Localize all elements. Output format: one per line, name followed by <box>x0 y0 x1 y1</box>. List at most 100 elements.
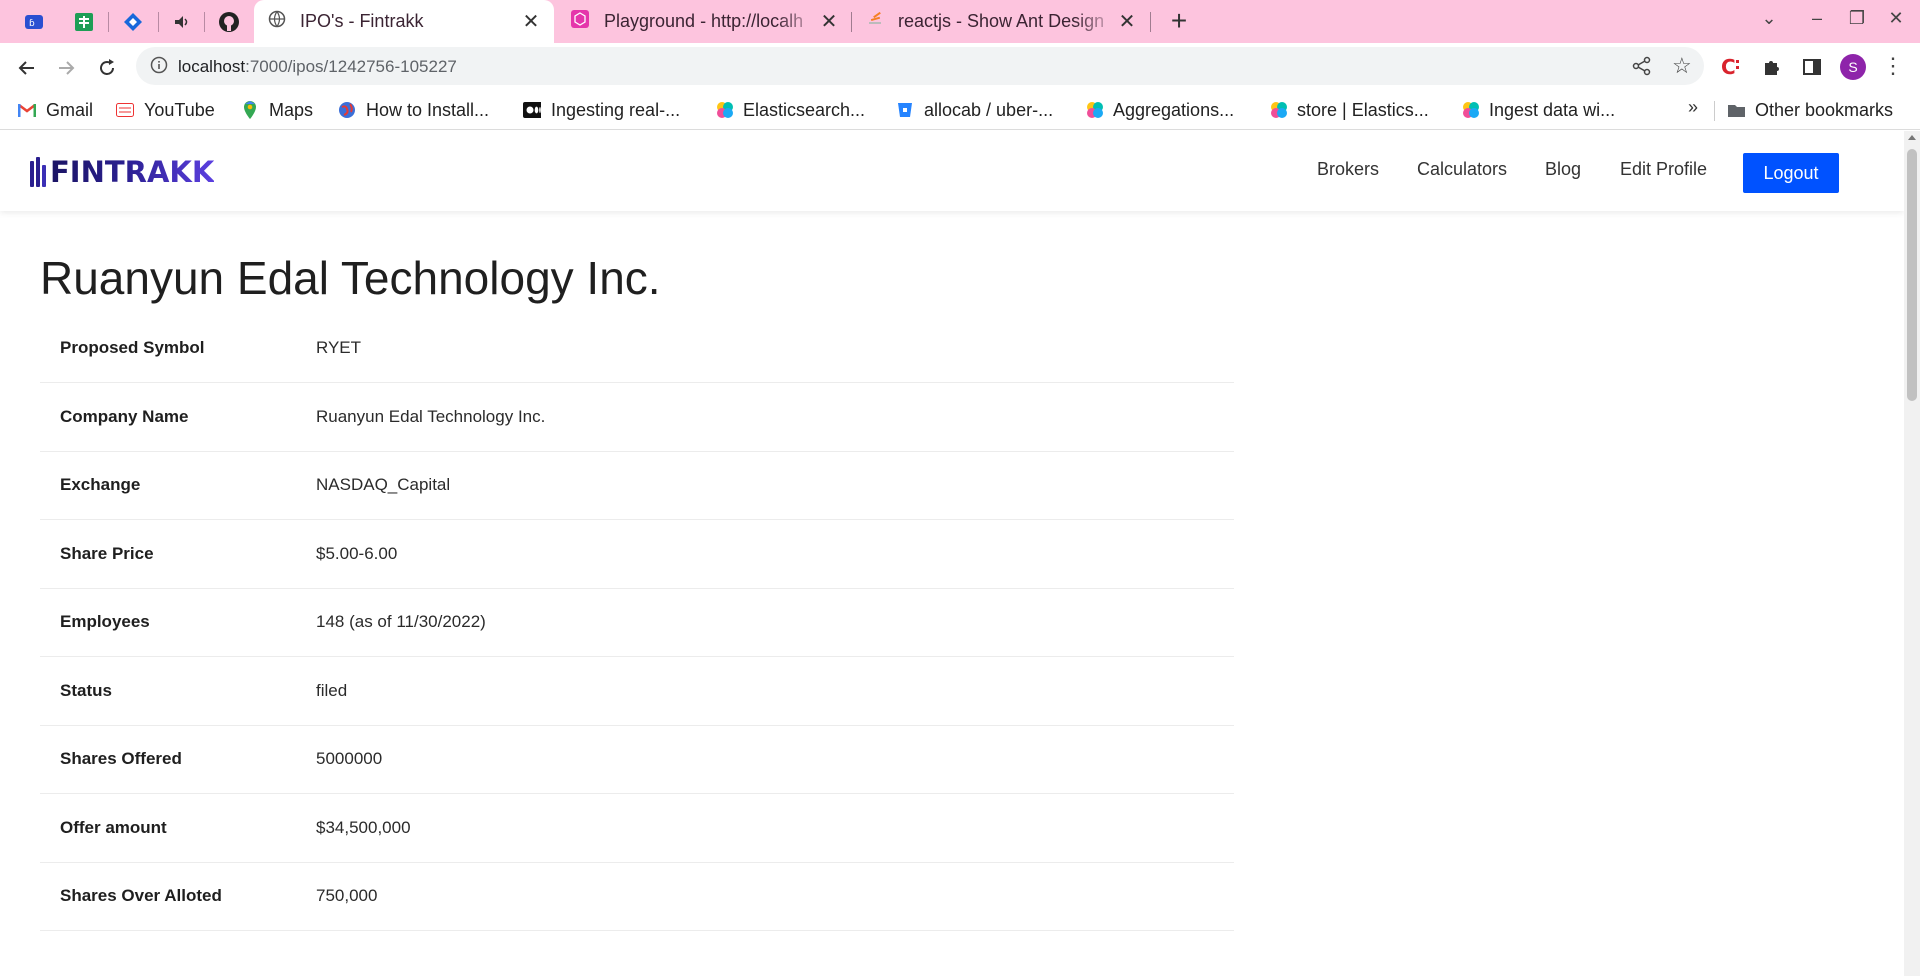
address-bar[interactable]: localhost:7000/ipos/1242756-105227 ☆ <box>136 47 1704 85</box>
tab-reactjs-antd[interactable]: reactjs - Show Ant Design ✕ <box>852 0 1150 43</box>
bookmark-label: Aggregations... <box>1113 99 1235 120</box>
fintrakk-logo[interactable]: FINTRAKK <box>30 155 214 189</box>
forward-icon[interactable] <box>52 54 80 82</box>
close-tab-icon[interactable]: ✕ <box>522 9 540 34</box>
row-label: Employees <box>60 612 150 632</box>
new-tab-button[interactable]: + <box>1165 6 1193 36</box>
other-bookmarks[interactable]: Other bookmarks <box>1727 97 1893 123</box>
logout-button[interactable]: Logout <box>1743 153 1839 193</box>
bookmark-ingest-data[interactable]: Ingest data wi... <box>1461 97 1615 123</box>
restore-icon[interactable]: ❐ <box>1843 8 1871 34</box>
page-scrollbar[interactable] <box>1904 131 1920 976</box>
bookmark-elasticsearch[interactable]: Elasticsearch... <box>715 97 865 123</box>
other-bookmarks-label: Other bookmarks <box>1755 99 1894 120</box>
tab-title: reactjs - Show Ant Design <box>898 11 1105 31</box>
url-text[interactable]: localhost:7000/ipos/1242756-105227 <box>178 57 457 77</box>
bookmark-gmail[interactable]: Gmail <box>18 97 93 123</box>
close-window-icon[interactable]: ✕ <box>1882 8 1910 34</box>
ipo-details-table: Proposed Symbol RYET Company Name Ruanyun … <box>40 314 1234 931</box>
share-icon[interactable] <box>1632 56 1652 81</box>
close-tab-icon[interactable]: ✕ <box>1118 9 1136 34</box>
scroll-up-icon[interactable] <box>1908 135 1916 140</box>
pinned-tab-jira-icon[interactable] <box>121 10 145 34</box>
svg-text:ɓ: ɓ <box>29 19 35 29</box>
pinned-tab-audio-icon[interactable] <box>170 10 194 34</box>
profile-avatar[interactable]: S <box>1840 54 1866 80</box>
pinned-tab-sheets-icon[interactable] <box>72 10 96 34</box>
back-icon[interactable] <box>13 54 41 82</box>
row-value: NASDAQ_Capital <box>316 475 451 495</box>
table-row: Company Name Ruanyun Edal Technology Inc. <box>40 383 1234 451</box>
table-row: Employees 148 (as of 11/30/2022) <box>40 588 1234 657</box>
bookmark-label: Elasticsearch... <box>743 99 866 120</box>
reload-icon[interactable] <box>93 54 121 82</box>
pinned-separator <box>204 12 205 32</box>
pinned-tab-tool-icon[interactable]: ɓ <box>22 10 46 34</box>
bookmark-allocab[interactable]: allocab / uber-... <box>896 97 1053 123</box>
bookmark-star-icon[interactable]: ☆ <box>1672 53 1692 79</box>
globe-icon <box>338 101 356 119</box>
row-label: Shares Offered <box>60 749 182 769</box>
row-value: $5.00-6.00 <box>316 543 398 563</box>
pinned-separator <box>108 12 109 32</box>
table-row: Status filed <box>40 657 1234 725</box>
tab-playground[interactable]: Playground - http://localh ✕ <box>556 0 852 43</box>
row-label: Offer amount <box>60 817 167 837</box>
scrollbar-thumb[interactable] <box>1907 149 1917 401</box>
graphql-icon <box>570 9 590 34</box>
row-value: 5000000 <box>316 749 383 769</box>
side-panel-icon[interactable] <box>1798 53 1826 81</box>
row-label: Company Name <box>60 406 189 426</box>
bookmark-aggregations[interactable]: Aggregations... <box>1085 97 1234 123</box>
medium-icon <box>523 101 541 119</box>
bookmark-how-to-install[interactable]: How to Install... <box>338 97 489 123</box>
nav-calculators[interactable]: Calculators <box>1417 159 1507 180</box>
site-header: FINTRAKK Brokers Calculators Blog Edit P… <box>0 131 1904 211</box>
extension-c-icon[interactable]: C <box>1717 53 1745 81</box>
close-tab-icon[interactable]: ✕ <box>820 9 838 34</box>
elastic-icon <box>1461 101 1479 119</box>
maps-icon <box>241 101 259 119</box>
url-host: localhost <box>178 57 246 76</box>
tab-title: IPO's - Fintrakk <box>300 11 424 31</box>
logo-bars-icon <box>30 157 46 187</box>
nav-brokers[interactable]: Brokers <box>1317 159 1379 180</box>
extensions-puzzle-icon[interactable] <box>1758 53 1786 81</box>
site-info-icon[interactable] <box>150 56 168 79</box>
table-row: Offer amount $34,500,000 <box>40 794 1234 862</box>
tab-search-icon[interactable]: ⌄ <box>1755 8 1783 34</box>
page-title: Ruanyun Edal Technology Inc. <box>40 252 661 304</box>
bookmark-youtube[interactable]: YouTube <box>116 97 215 123</box>
row-value: RYET <box>316 338 362 357</box>
tab-ipos-fintrakk[interactable]: IPO's - Fintrakk ✕ <box>254 0 554 43</box>
bookmark-label: Maps <box>269 99 314 120</box>
row-label: Status <box>60 680 112 700</box>
row-value: filed <box>316 680 348 700</box>
minimize-icon[interactable]: – <box>1803 8 1831 34</box>
pinned-tab-github-icon[interactable] <box>217 10 241 34</box>
row-label: Proposed Symbol <box>60 338 205 357</box>
more-bookmarks-icon[interactable]: » <box>1688 97 1698 118</box>
bookmark-label: allocab / uber-... <box>924 99 1054 120</box>
bitbucket-icon <box>896 101 914 119</box>
bookmark-label: Ingesting real-... <box>551 99 681 120</box>
bookmark-store-elastics[interactable]: store | Elastics... <box>1269 97 1429 123</box>
bookmark-maps[interactable]: Maps <box>241 97 313 123</box>
bookmark-label: How to Install... <box>366 99 490 120</box>
bookmark-label: YouTube <box>144 99 215 120</box>
tab-separator <box>1150 12 1151 32</box>
row-label: Shares Over Alloted <box>60 886 222 906</box>
nav-edit-profile[interactable]: Edit Profile <box>1620 159 1707 180</box>
bookmarks-separator <box>1714 101 1715 121</box>
elastic-icon <box>1269 101 1287 119</box>
row-value: $34,500,000 <box>316 817 411 837</box>
bookmark-label: Gmail <box>46 99 94 120</box>
row-label: Share Price <box>60 543 154 563</box>
bookmark-label: Ingest data wi... <box>1489 99 1616 120</box>
table-row: Proposed Symbol RYET <box>40 314 1234 383</box>
bookmark-ingesting-real[interactable]: Ingesting real-... <box>523 97 680 123</box>
nav-blog[interactable]: Blog <box>1545 159 1581 180</box>
browser-menu-icon[interactable]: ⋮ <box>1882 53 1904 81</box>
browser-toolbar: localhost:7000/ipos/1242756-105227 ☆ C S… <box>0 43 1920 91</box>
stackoverflow-icon <box>866 10 884 33</box>
